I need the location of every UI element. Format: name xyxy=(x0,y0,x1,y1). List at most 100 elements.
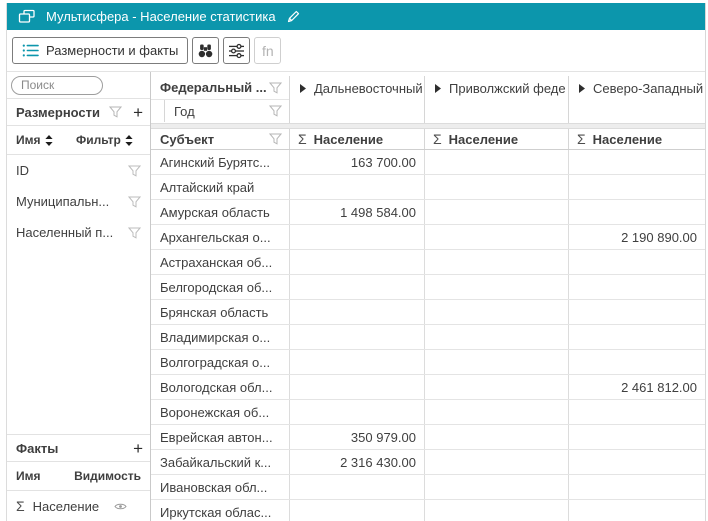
value-cell[interactable] xyxy=(568,475,705,499)
dimension-item[interactable]: Муниципальн... xyxy=(7,186,150,217)
window-icon[interactable] xyxy=(18,9,36,24)
row-label-cell[interactable]: Белгородская об... xyxy=(151,275,289,299)
column-dimension-header[interactable]: Год xyxy=(164,100,289,122)
add-dimension-button[interactable]: + xyxy=(133,104,143,121)
filter-icon[interactable] xyxy=(128,227,141,239)
row-label-cell[interactable]: Владимирская о... xyxy=(151,325,289,349)
row-dimension-header[interactable]: Федеральный ... xyxy=(151,76,289,100)
search-input[interactable] xyxy=(11,76,103,95)
value-cell[interactable]: 163 700.00 xyxy=(289,150,424,174)
value-cell[interactable] xyxy=(289,500,424,521)
value-cell[interactable] xyxy=(568,275,705,299)
value-cell[interactable] xyxy=(568,250,705,274)
value-cell[interactable] xyxy=(568,175,705,199)
filter-icon[interactable] xyxy=(128,196,141,208)
dimension-item[interactable]: Населенный п... xyxy=(7,217,150,248)
value-cell[interactable] xyxy=(568,200,705,224)
add-fact-button[interactable]: + xyxy=(133,440,143,457)
row-label-cell[interactable]: Волгоградская о... xyxy=(151,350,289,374)
value-cell[interactable] xyxy=(568,300,705,324)
row-label-cell[interactable]: Иркутская облас... xyxy=(151,500,289,521)
value-cell[interactable] xyxy=(424,400,568,424)
settings-button[interactable] xyxy=(223,37,250,64)
value-cell[interactable]: 2 190 890.00 xyxy=(568,225,705,249)
value-cell[interactable]: 2 316 430.00 xyxy=(289,450,424,474)
value-cell[interactable] xyxy=(568,350,705,374)
dimension-item[interactable]: ID xyxy=(7,155,150,186)
value-cell[interactable] xyxy=(289,325,424,349)
value-cell[interactable] xyxy=(424,425,568,449)
value-cell[interactable]: 350 979.00 xyxy=(289,425,424,449)
value-cell[interactable] xyxy=(424,350,568,374)
value-cell[interactable] xyxy=(424,375,568,399)
value-cell[interactable] xyxy=(424,475,568,499)
value-cell[interactable] xyxy=(568,450,705,474)
value-cell[interactable] xyxy=(424,500,568,521)
group-header[interactable]: Дальневосточный ф xyxy=(289,76,424,123)
row-label-cell[interactable]: Астраханская об... xyxy=(151,250,289,274)
expand-icon[interactable] xyxy=(435,84,441,93)
visibility-eye-icon[interactable] xyxy=(114,502,127,511)
value-cell[interactable] xyxy=(568,150,705,174)
sigma-icon: Σ xyxy=(16,498,25,514)
value-cell[interactable] xyxy=(424,225,568,249)
row-label-cell[interactable]: Забайкальский к... xyxy=(151,450,289,474)
filter-icon[interactable] xyxy=(269,82,282,94)
value-cell[interactable] xyxy=(568,400,705,424)
filter-icon[interactable] xyxy=(269,133,282,145)
measure-header-label: Население xyxy=(449,132,518,147)
value-cell[interactable] xyxy=(289,175,424,199)
find-button[interactable] xyxy=(192,37,219,64)
value-cell[interactable] xyxy=(424,275,568,299)
row-label-cell[interactable]: Алтайский край xyxy=(151,175,289,199)
filter-icon[interactable] xyxy=(128,165,141,177)
expand-icon[interactable] xyxy=(579,84,585,93)
dimension-item-label: ID xyxy=(16,163,128,178)
value-cell[interactable] xyxy=(289,375,424,399)
edit-title-icon[interactable] xyxy=(286,9,301,24)
filter-sort-icon[interactable] xyxy=(125,135,133,146)
value-cell[interactable] xyxy=(568,425,705,449)
value-cell[interactable] xyxy=(289,225,424,249)
row-label-cell[interactable]: Брянская область xyxy=(151,300,289,324)
value-cell[interactable] xyxy=(424,250,568,274)
fact-item[interactable]: Σ Население xyxy=(7,491,150,521)
filter-icon[interactable] xyxy=(269,105,282,117)
value-cell[interactable] xyxy=(424,325,568,349)
measure-header[interactable]: Σ Население xyxy=(424,129,568,149)
row-label-cell[interactable]: Ивановская обл... xyxy=(151,475,289,499)
row-label-cell[interactable]: Амурская область xyxy=(151,200,289,224)
group-header[interactable]: Приволжский феде xyxy=(424,76,568,123)
grid-header: Федеральный ... Год xyxy=(151,72,705,150)
value-cell[interactable]: 2 461 812.00 xyxy=(568,375,705,399)
value-cell[interactable] xyxy=(289,300,424,324)
name-sort-icon[interactable] xyxy=(45,135,53,146)
subject-column-header[interactable]: Субъект xyxy=(151,129,289,149)
value-cell[interactable] xyxy=(289,275,424,299)
expand-icon[interactable] xyxy=(300,84,306,93)
value-cell[interactable] xyxy=(568,325,705,349)
value-cell[interactable] xyxy=(289,475,424,499)
row-label-cell[interactable]: Архангельская о... xyxy=(151,225,289,249)
value-cell[interactable] xyxy=(424,300,568,324)
value-cell[interactable] xyxy=(289,400,424,424)
group-header[interactable]: Северо-Западный ф xyxy=(568,76,705,123)
value-cell[interactable]: 1 498 584.00 xyxy=(289,200,424,224)
dimensions-filter-icon[interactable] xyxy=(109,106,122,118)
value-cell[interactable] xyxy=(424,450,568,474)
row-label-cell[interactable]: Еврейская автон... xyxy=(151,425,289,449)
fn-button[interactable]: fn xyxy=(254,37,281,64)
value-cell[interactable] xyxy=(289,350,424,374)
value-cell[interactable] xyxy=(289,250,424,274)
dimensions-facts-label: Размерности и факты xyxy=(46,43,178,58)
dimensions-facts-button[interactable]: Размерности и факты xyxy=(12,37,188,64)
measure-header[interactable]: Σ Население xyxy=(289,129,424,149)
row-label-cell[interactable]: Вологодская обл... xyxy=(151,375,289,399)
value-cell[interactable] xyxy=(568,500,705,521)
measure-header[interactable]: Σ Население xyxy=(568,129,705,149)
value-cell[interactable] xyxy=(424,200,568,224)
row-label-cell[interactable]: Агинский Бурятс... xyxy=(151,150,289,174)
value-cell[interactable] xyxy=(424,175,568,199)
value-cell[interactable] xyxy=(424,150,568,174)
row-label-cell[interactable]: Воронежская об... xyxy=(151,400,289,424)
